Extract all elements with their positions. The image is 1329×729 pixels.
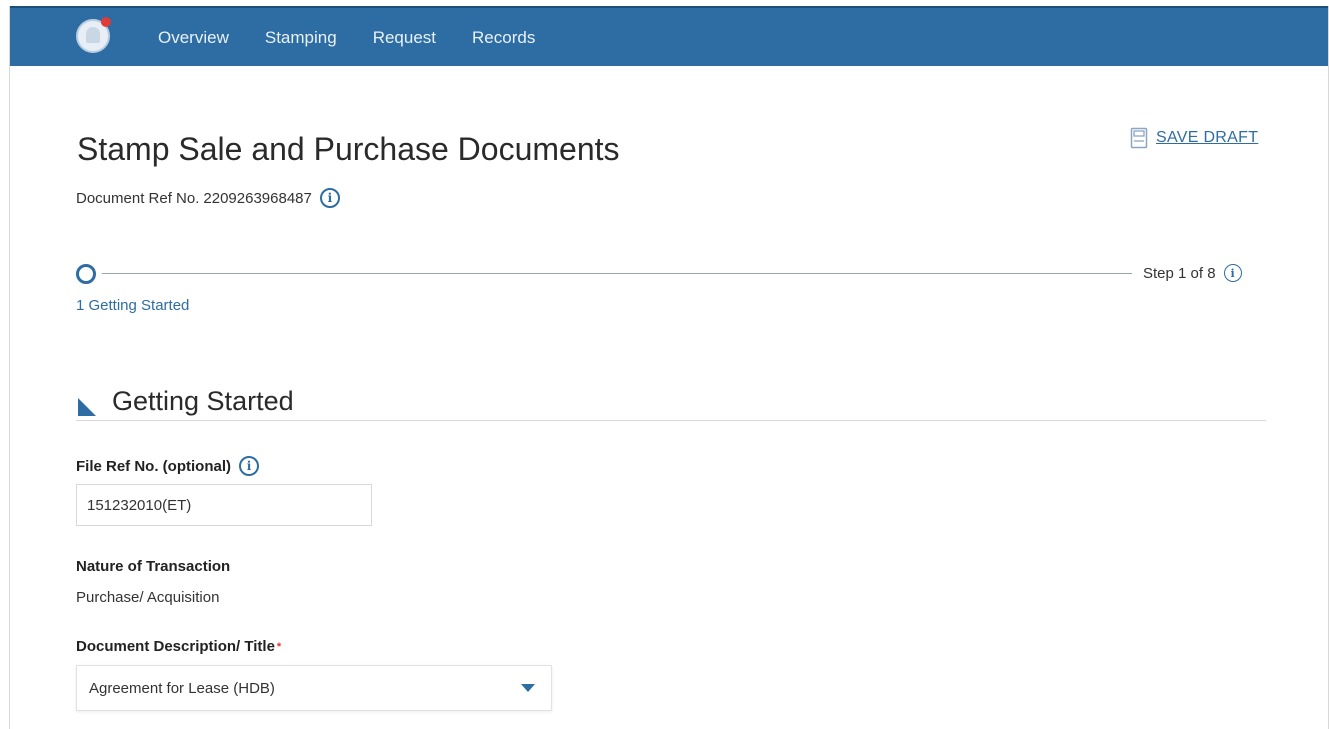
save-draft-icon <box>1130 127 1148 149</box>
select-value: Agreement for Lease (HDB) <box>89 679 275 697</box>
doc-desc-label-text: Document Description/ Title <box>76 638 275 655</box>
nav-item-request[interactable]: Request <box>373 28 436 48</box>
nav-links: Overview Stamping Request Records <box>158 8 571 68</box>
save-draft-button[interactable]: SAVE DRAFT <box>1130 127 1258 149</box>
doc-ref-value: 2209263968487 <box>203 189 312 207</box>
info-icon[interactable]: i <box>1223 264 1242 282</box>
save-draft-label[interactable]: SAVE DRAFT <box>1156 129 1258 147</box>
stepper-track <box>102 273 1132 274</box>
nature-of-transaction-label: Nature of Transaction <box>76 558 230 575</box>
nature-label-text: Nature of Transaction <box>76 558 231 575</box>
step-1-indicator <box>76 264 96 284</box>
current-step-label: 1 Getting Started <box>76 297 190 314</box>
step-count: Step 1 of 8 i <box>1143 264 1242 282</box>
nav-item-stamping[interactable]: Stamping <box>265 28 337 48</box>
file-ref-label: File Ref No. (optional) i <box>76 456 259 476</box>
info-icon[interactable]: i <box>239 456 259 476</box>
section-title: Getting Started <box>112 386 294 416</box>
bell-shape <box>86 27 100 43</box>
file-ref-label-text: File Ref No. (optional) <box>76 457 231 475</box>
nav-item-overview[interactable]: Overview <box>158 28 229 48</box>
chevron-down-icon[interactable] <box>521 684 535 692</box>
app-logo-bell-icon[interactable] <box>76 17 111 53</box>
page-title: Stamp Sale and Purchase Documents <box>77 131 620 167</box>
document-description-select[interactable]: Agreement for Lease (HDB) <box>76 665 552 711</box>
app-frame: Overview Stamping Request Records Stamp … <box>9 6 1329 729</box>
document-description-label: Document Description/ Title * <box>76 638 281 655</box>
nature-of-transaction-value: Purchase/ Acquisition <box>76 589 220 606</box>
file-ref-input[interactable] <box>76 484 372 526</box>
step-count-text: Step 1 of 8 <box>1143 264 1216 282</box>
notification-dot <box>101 17 111 27</box>
info-icon[interactable]: i <box>319 188 340 208</box>
nav-item-records[interactable]: Records <box>472 28 535 48</box>
progress-stepper: Step 1 of 8 i <box>76 264 1266 288</box>
section-header: Getting Started <box>76 378 1266 421</box>
doc-ref-label: Document Ref No. <box>76 189 200 207</box>
required-asterisk: * <box>276 640 282 653</box>
document-ref: Document Ref No. 2209263968487 i <box>76 188 340 208</box>
top-navbar: Overview Stamping Request Records <box>10 6 1328 66</box>
section-marker <box>78 398 96 416</box>
